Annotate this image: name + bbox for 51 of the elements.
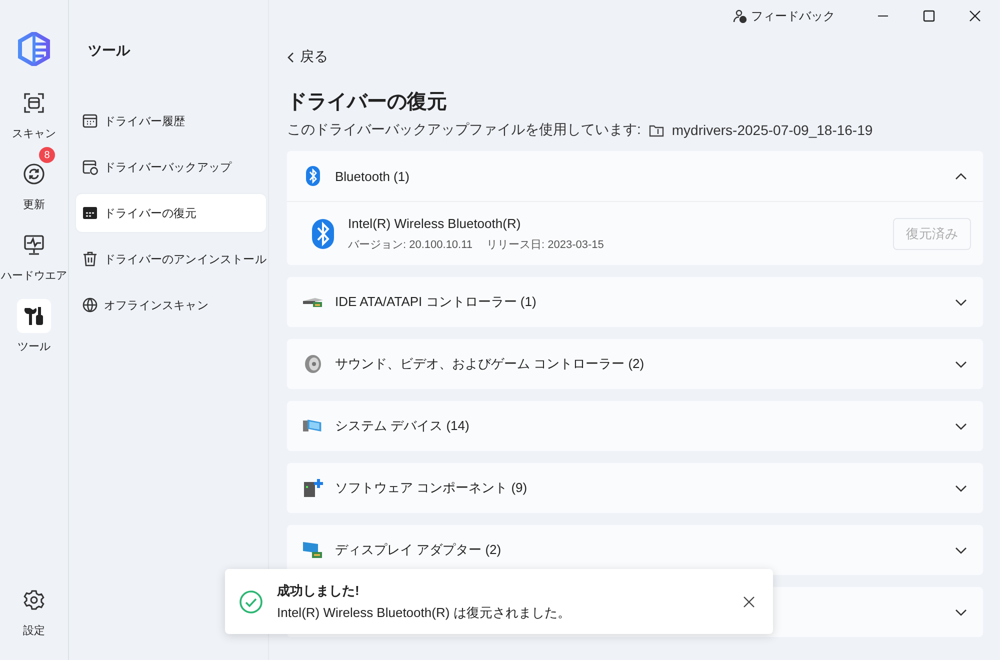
sidebar-item[interactable]: ドライバーの復元 [76,194,266,232]
monitor-icon [23,234,45,256]
bluetooth-icon [312,218,334,248]
chevron-left-icon [287,52,294,62]
close-icon[interactable] [969,10,981,22]
driver-version: バージョン: 20.100.10.11 [348,238,473,252]
file-name: mydrivers-2025-07-09_18-16-19 [672,122,873,138]
release-date: リリース日: 2023-03-15 [486,238,604,252]
category-card: Bluetooth (1) Intel(R) Wireless Bluetooth(R) バージョン: 20.100.10.11 リリース日: 2023-03-15 復元済み [287,151,983,265]
drive-card-icon [303,295,323,309]
sidebar-item[interactable]: ドライバーバックアップ [76,148,266,186]
folder-icon [648,124,664,136]
category-card: ディスプレイ アダプター (2) [287,525,983,575]
sidebar-item[interactable]: ドライバー履歴 [76,102,266,140]
nav-item[interactable]: スキャン [12,86,56,141]
speaker-icon [304,354,322,374]
feedback-button[interactable]: フィードバック [733,8,835,24]
scan-icon [23,92,45,114]
bluetooth-icon [306,166,320,186]
tools-icon [23,305,45,327]
sidebar-item[interactable]: ドライバーのアンインストール [76,240,266,278]
trash-icon [82,251,98,267]
backup-icon [82,159,98,175]
category-card: サウンド、ビデオ、およびゲーム コントローラー (2) [287,339,983,389]
feedback-icon [733,9,747,23]
close-icon[interactable] [743,596,755,608]
category-card: システム デバイス (14) [287,401,983,451]
subtitle: このドライバーバックアップファイルを使用しています: [287,121,641,139]
globe-icon [82,297,98,313]
back-link[interactable]: 戻る [287,48,328,66]
display-card-icon [303,541,323,559]
app-logo-icon [18,32,50,66]
settings-nav-item[interactable]: 設定 [17,583,51,638]
sidebar-title: ツール [87,41,132,60]
toast-message: Intel(R) Wireless Bluetooth(R) は復元されました。 [277,604,572,622]
category-card: ソフトウェア コンポーネント (9) [287,463,983,513]
page-title: ドライバーの復元 [287,90,448,115]
calendar-icon [82,113,98,129]
computer-icon [303,418,323,434]
notification-badge: 8 [39,147,55,163]
nav-item[interactable]: ハードウエア [1,228,67,283]
driver-name: Intel(R) Wireless Bluetooth(R) [348,216,522,230]
settings-icon [23,589,45,611]
refresh-icon [23,163,45,185]
maximize-icon[interactable] [923,10,935,22]
success-check-icon [239,590,263,614]
toast-title: 成功しました! [277,582,360,600]
software-icon [303,478,323,498]
calendar-icon [82,205,98,221]
sidebar-item[interactable]: オフラインスキャン [76,286,266,324]
category-card: IDE ATA/ATAPI コントローラー (1) [287,277,983,327]
